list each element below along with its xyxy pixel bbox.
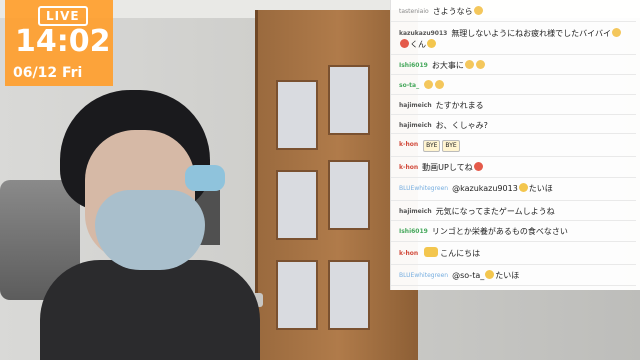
chat-username[interactable]: tasteniaio xyxy=(399,6,429,17)
door-pane xyxy=(328,260,370,330)
chat-text: たいほ xyxy=(495,271,520,280)
chat-username[interactable]: kazukazu9013 xyxy=(399,28,447,39)
door-pane xyxy=(276,170,318,240)
chat-text: たいほ xyxy=(528,184,553,193)
chat-message: Ishi6019 リンゴとか栄養があるもの食べなさい xyxy=(391,222,636,242)
streamer xyxy=(40,90,260,360)
chat-text: さようなら xyxy=(432,7,473,16)
chat-text: 無理しないようにねお疲れ様でしたバイバイ xyxy=(451,29,611,38)
face-emoji-icon xyxy=(485,270,495,279)
chat-message: hajimeich お、くしゃみ? xyxy=(391,116,636,134)
chat-panel[interactable]: tasteniaio さようなら kazukazu9013 無理しないようにねお疲れ様… xyxy=(390,0,640,290)
chat-text: @so-ta_ xyxy=(452,271,485,280)
chat-username[interactable]: hajimeich xyxy=(399,206,432,217)
hand-emoji-icon xyxy=(612,28,621,37)
chat-message: k-hon BYE BYE xyxy=(391,135,636,157)
door-pane xyxy=(276,80,318,150)
chat-text: 元気になってまたゲームしようね xyxy=(435,207,555,216)
face-emoji-icon xyxy=(427,39,436,48)
door-pane xyxy=(276,260,318,330)
chat-message: BLUEwhitegreen @kazukazu9013 たいほ xyxy=(391,179,636,201)
sticker-icon xyxy=(424,247,439,257)
chat-username[interactable]: so-ta_ xyxy=(399,80,419,91)
face-mask xyxy=(95,190,205,270)
chat-text: お大事に xyxy=(431,61,464,70)
sticker-icon: BYE xyxy=(442,140,460,152)
chat-text: リンゴとか栄養があるもの食べなさい xyxy=(431,227,568,236)
chat-username[interactable]: hajimeich xyxy=(399,100,432,111)
door-pane xyxy=(328,65,370,135)
chat-message: hajimeich 元気になってまたゲームしようね xyxy=(391,202,636,221)
shirt xyxy=(40,260,260,360)
clock-badge: LIVE 14:02 06/12 Fri xyxy=(5,0,113,86)
live-badge: LIVE xyxy=(38,6,88,26)
chat-text: くん xyxy=(410,40,426,49)
chat-text: こんにちは xyxy=(440,249,481,258)
chat-message: k-hon 動画UPしてね xyxy=(391,158,636,178)
hand-emoji-icon xyxy=(475,60,485,69)
chat-text: @kazukazu9013 xyxy=(452,184,518,193)
chat-text: たすかれまる xyxy=(435,101,484,110)
chat-message: kazukazu9013 無理しないようにねお疲れ様でしたバイバイくん xyxy=(391,24,636,55)
chat-username[interactable]: Ishi6019 xyxy=(399,60,428,71)
chat-message: Ishi6019 お大事に xyxy=(391,56,636,75)
hair-clip xyxy=(185,165,225,191)
chat-username[interactable]: k-hon xyxy=(399,139,418,150)
chat-username[interactable]: k-hon xyxy=(399,162,418,173)
chat-text: お、くしゃみ? xyxy=(435,121,488,130)
chat-message: hajimeich たすかれまる xyxy=(391,96,636,115)
chat-username[interactable]: BLUEwhitegreen xyxy=(399,270,448,281)
clock-date: 06/12 Fri xyxy=(13,65,83,81)
chat-message: BLUEwhitegreen @so-ta_ たいほ xyxy=(391,266,636,286)
face-emoji-icon xyxy=(518,183,528,192)
sticker-icon: BYE xyxy=(423,140,441,152)
chat-message: k-hon こんにちは xyxy=(391,243,636,265)
clock-time: 14:02 xyxy=(15,24,111,59)
hand-emoji-icon xyxy=(424,80,434,89)
chat-username[interactable]: BLUEwhitegreen xyxy=(399,183,448,194)
chat-username[interactable]: hajimeich xyxy=(399,120,432,131)
chat-message: so-ta_ xyxy=(391,76,636,95)
hand-emoji-icon xyxy=(464,60,474,69)
chat-username[interactable]: k-hon xyxy=(399,248,418,259)
hand-emoji-icon xyxy=(473,6,483,15)
door-pane xyxy=(328,160,370,230)
chat-username[interactable]: Ishi6019 xyxy=(399,226,428,237)
red-emoji-icon xyxy=(400,39,409,48)
red-emoji-icon xyxy=(473,162,483,171)
chat-text: 動画UPしてね xyxy=(422,163,473,172)
chat-message: tasteniaio さようなら xyxy=(391,2,636,22)
hand-emoji-icon xyxy=(435,80,445,89)
